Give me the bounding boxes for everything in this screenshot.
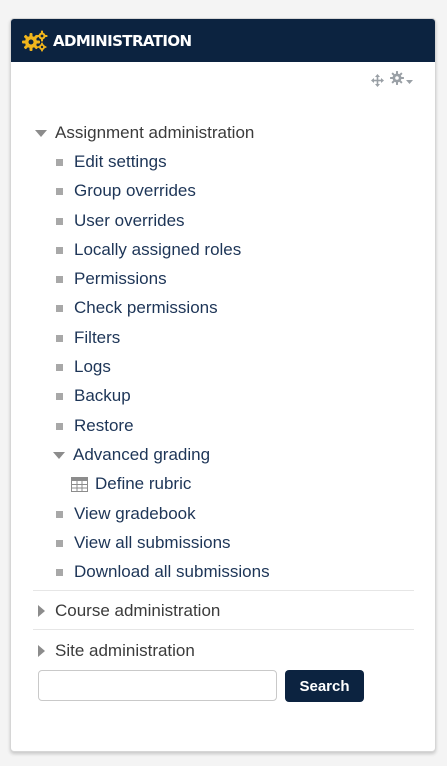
table-icon [71,476,88,492]
search-button[interactable]: Search [285,670,364,702]
tree-item-group-overrides[interactable]: Group overrides [56,179,196,203]
block-controls [371,71,413,90]
block-header: ADMINISTRATION [11,19,435,62]
tree-item-view-gradebook[interactable]: View gradebook [56,502,196,526]
gear-icon [390,71,404,90]
bullet-icon [56,187,63,195]
bullet-icon [56,304,63,312]
actions-menu-button[interactable] [390,71,413,90]
tree-item-view-all-submissions[interactable]: View all submissions [56,531,231,555]
bullet-icon [56,363,63,371]
caret-down-icon [406,72,413,90]
tree-node-site-administration[interactable]: Site administration [38,639,195,663]
block-title: ADMINISTRATION [53,31,192,50]
divider [33,629,414,630]
expanded-caret-icon [35,129,47,137]
tree-item-define-rubric[interactable]: Define rubric [71,472,191,496]
bullet-icon [56,510,63,518]
bullet-icon [56,275,63,283]
tree-node-advanced-grading[interactable]: Advanced grading [53,443,210,467]
collapsed-caret-icon [38,605,45,617]
tree-item-restore[interactable]: Restore [56,414,134,438]
tree-item-locally-assigned-roles[interactable]: Locally assigned roles [56,238,241,262]
tree-item-edit-settings[interactable]: Edit settings [56,150,167,174]
tree-node-label: Assignment administration [55,123,255,142]
bullet-icon [56,246,63,254]
bullet-icon [56,217,63,225]
expanded-caret-icon [53,451,65,459]
search-input[interactable] [38,670,277,701]
move-icon[interactable] [371,74,384,87]
bullet-icon [56,539,63,547]
gears-icon [22,28,48,54]
tree-item-permissions[interactable]: Permissions [56,267,167,291]
bullet-icon [56,158,63,166]
collapsed-caret-icon [38,645,45,657]
bullet-icon [56,422,63,430]
tree-item-download-all-submissions[interactable]: Download all submissions [56,560,270,584]
tree-node-assignment-administration[interactable]: Assignment administration [35,121,254,145]
tree-item-backup[interactable]: Backup [56,384,131,408]
bullet-icon [56,334,63,342]
tree-node-course-administration[interactable]: Course administration [38,599,220,623]
bullet-icon [56,568,63,576]
tree-item-logs[interactable]: Logs [56,355,111,379]
divider [33,590,414,591]
bullet-icon [56,392,63,400]
tree-item-user-overrides[interactable]: User overrides [56,209,185,233]
tree-item-filters[interactable]: Filters [56,326,120,350]
tree-item-check-permissions[interactable]: Check permissions [56,296,218,320]
administration-block: ADMINISTRATION Assignment administration… [10,18,436,752]
